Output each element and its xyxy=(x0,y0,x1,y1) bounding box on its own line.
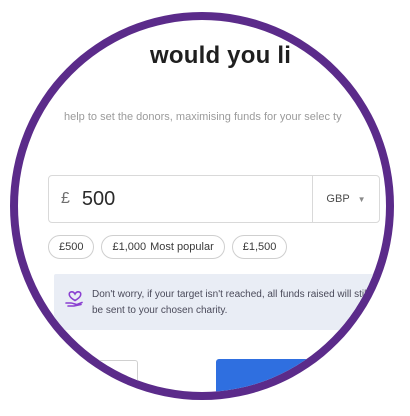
amount-input[interactable]: 500 xyxy=(82,188,302,211)
back-button[interactable] xyxy=(68,360,138,392)
description-text: help to set the donors, maximising funds… xyxy=(64,111,342,123)
chip-label: £1,500 xyxy=(242,241,277,253)
preset-chip-1500[interactable]: £1,500 xyxy=(231,235,288,259)
info-text: Don't worry, if your target isn't reache… xyxy=(92,289,369,316)
heart-hand-icon xyxy=(65,291,83,307)
preset-chip-500[interactable]: £500 xyxy=(48,235,95,259)
circular-frame: would you li help to set the donors, max… xyxy=(10,12,394,400)
target-amount-field[interactable]: £ 500 GBP ▼ xyxy=(48,175,380,223)
most-popular-label: Most popular xyxy=(150,241,214,253)
currency-code: GBP xyxy=(326,193,350,205)
chip-label: £500 xyxy=(59,241,84,253)
chevron-down-icon: ▼ xyxy=(357,194,366,204)
currency-symbol: £ xyxy=(61,190,70,207)
chip-label: £1,000 xyxy=(112,241,147,253)
info-banner: Don't worry, if your target isn't reache… xyxy=(54,274,384,330)
preset-amounts: £500 £1,000 Most popular £1,500 xyxy=(48,235,288,259)
preset-chip-1000[interactable]: £1,000 Most popular xyxy=(101,235,225,259)
page-heading: would you li xyxy=(150,42,292,69)
form-panel: would you li help to set the donors, max… xyxy=(18,20,386,392)
continue-button[interactable] xyxy=(216,359,386,392)
currency-dropdown[interactable]: GBP ▼ xyxy=(312,176,379,222)
